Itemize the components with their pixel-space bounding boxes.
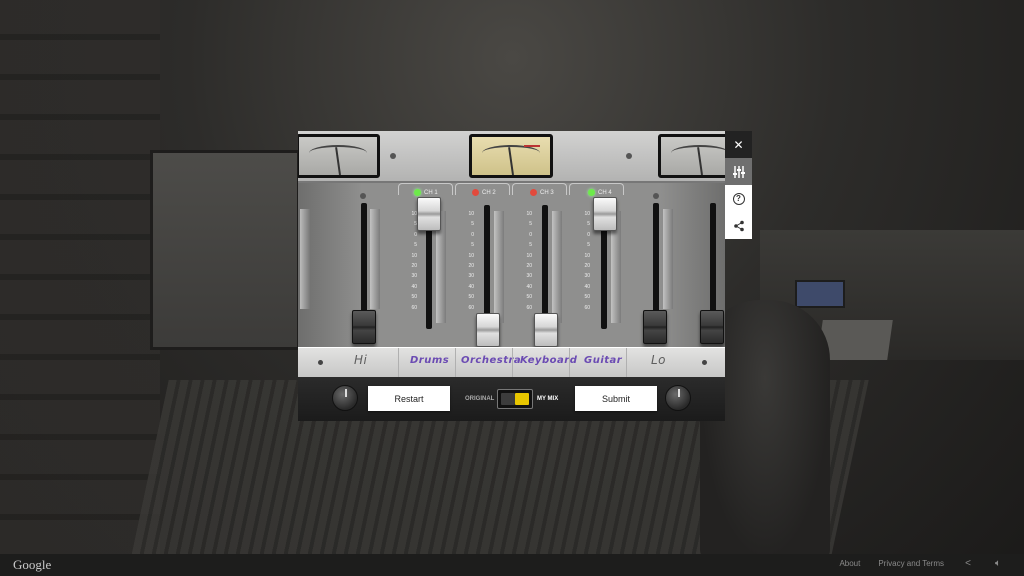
edge-fader[interactable] [700,310,724,344]
screw [626,153,632,159]
hi-fader-track [361,203,367,313]
vu-meter-main [469,134,553,178]
label-divider [626,348,627,378]
channel-fader-orchestra[interactable] [476,313,500,347]
mix-controls: Restart ORIGINAL MY MIX Submit [298,377,725,421]
submit-button[interactable]: Submit [575,386,657,411]
help-icon: ? [732,192,745,205]
footer-links: About Privacy and Terms < 🔈︎ [839,558,1004,569]
channel-fader-keyboard[interactable] [534,313,558,347]
mix-toggle-switch[interactable] [497,389,533,409]
channel-track-3 [542,205,548,329]
lo-label: Lo [651,353,667,367]
mixer-button[interactable] [725,158,752,185]
left-knob[interactable] [332,385,358,411]
channel-id-3: CH 3 [540,189,554,196]
screw [360,193,366,199]
channel-led-1 [414,189,421,196]
channel-id-4: CH 4 [598,189,612,196]
screw [702,360,707,365]
label-divider [455,348,456,378]
sliders-icon [732,165,745,178]
channel-scale-1: 10 5 0 5 10 20 30 40 50 60 [411,211,417,311]
label-divider [569,348,570,378]
about-link[interactable]: About [839,559,860,568]
studio-wall-panels [0,0,160,556]
help-button[interactable]: ? [725,185,752,212]
fader-shadow [494,211,504,323]
channel-header-4: CH 4 [588,189,612,196]
channel-label-strip: Hi Drums Orchestra Keyboard Guitar Lo [298,347,725,378]
google-logo[interactable]: Google [13,557,51,573]
channel-scale-3: 10 5 0 5 10 20 30 40 50 60 [526,211,532,311]
share-icon [733,220,744,231]
share-button[interactable] [725,212,752,239]
mixer-panel: CH 1 10 5 0 5 10 20 30 40 50 60 CH 2 10 5 0 5 10 20 30 4… [298,131,725,421]
meter-strip [298,131,725,183]
fader-shadow [300,209,310,309]
channel-header-2: CH 2 [472,189,496,196]
vu-meter-left [298,134,380,178]
toggle-mymix-label: MY MIX [537,396,559,402]
close-button[interactable]: ✕ [725,131,752,158]
channel-led-4 [588,189,595,196]
fader-shadow [552,211,562,323]
toggle-off-slot [501,393,515,405]
fader-shadow [370,209,380,309]
vu-meter-right [658,134,725,178]
close-icon: ✕ [733,137,744,152]
channel-header-3: CH 3 [530,189,554,196]
channel-header-1: CH 1 [414,189,438,196]
share-icon[interactable]: < [962,558,974,569]
hi-label: Hi [354,353,368,367]
label-divider [512,348,513,378]
edge-fader-track [710,203,716,313]
channel-id-2: CH 2 [482,189,496,196]
channel-fader-guitar[interactable] [593,197,617,231]
label-divider [398,348,399,378]
hi-fader[interactable] [352,310,376,344]
volume-icon[interactable]: 🔈︎ [992,558,1004,569]
channel-led-3 [530,189,537,196]
channel-fader-drums[interactable] [417,197,441,231]
toggle-knob [515,393,529,405]
screw [390,153,396,159]
channel-led-2 [472,189,479,196]
channel-track-2 [484,205,490,329]
channel-label-guitar: Guitar [584,355,623,366]
fader-shadow [663,209,673,309]
screw [653,193,659,199]
side-toolbar: ✕ ? [725,131,752,239]
toggle-original-label: ORIGINAL [465,396,495,402]
channel-scale-2: 10 5 0 5 10 20 30 40 50 60 [468,211,474,311]
fader-section: CH 1 10 5 0 5 10 20 30 40 50 60 CH 2 10 5 0 5 10 20 30 4… [298,183,725,347]
studio-glass-window [150,150,300,350]
restart-button[interactable]: Restart [368,386,450,411]
screw [318,360,323,365]
lo-fader-track [653,203,659,313]
channel-label-drums: Drums [410,355,450,366]
footer-bar: Google About Privacy and Terms < 🔈︎ [0,554,1024,576]
right-knob[interactable] [665,385,691,411]
privacy-terms-link[interactable]: Privacy and Terms [878,559,944,568]
lo-fader[interactable] [643,310,667,344]
channel-id-1: CH 1 [424,189,438,196]
channel-scale-4: 10 5 0 5 10 20 30 40 50 60 [584,211,590,311]
studio-monitor [795,280,845,308]
